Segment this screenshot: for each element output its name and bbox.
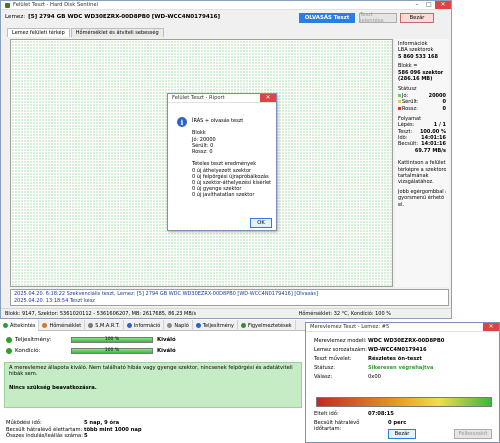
report-window-controls: ✕ [260,94,276,102]
test-window-controls: ✕ [483,323,499,331]
help-text-7: el. [398,201,405,208]
disk-test-dialog: Merevlemez Teszt - Lemez: #5 ✕ Merevleme… [305,322,500,443]
smart-icon [88,323,94,328]
report-line: 0 új javíthatatlan szektor [192,192,255,199]
info-small-icon [126,323,132,328]
main-titlebar[interactable]: Felület Teszt - Hard Disk Sentinel – □ ✕ [1,1,451,10]
drive-selector[interactable]: [5] 2794 GB WDC WD30EZRX-00D8PB0 [WD-WCC… [28,14,220,20]
tab-smart[interactable]: S.M.A.R.T. [85,320,124,331]
alert-icon [240,323,246,328]
damaged-swatch-icon [398,100,401,104]
health-bar: 100 % [71,336,153,343]
help-text-4: vizsgálatához. [398,179,434,186]
state-row: Státusz: Sikeresen végrehajtva [314,365,434,371]
test-progress-bar [316,397,492,407]
main-title: Felület Teszt - Hard Disk Sentinel [13,2,99,8]
ok-swatch-icon [398,93,401,97]
log-line: 2025.04.20. 13:18:54 Teszt kész [14,298,95,304]
report-line: 0 új felpörgési újrapróbálkozás [192,173,269,180]
tab-alerts[interactable]: Figyelmeztetések [238,320,296,331]
info-icon: i [177,117,187,127]
maximize-icon[interactable]: □ [423,1,435,9]
app-icon [5,2,10,8]
help-text-1: Kattintson a felületi [398,160,446,167]
tab-overview[interactable]: Áttekintés [0,320,40,331]
bottom-tabs: Áttekintés Hőmérséklet S.M.A.R.T. Inform… [0,320,306,331]
event-log[interactable]: 2025.04.20. 6:18:22 Szekvenciális teszt,… [10,289,449,306]
log-icon [167,323,173,328]
health-label: Teljesítmény: [15,336,52,343]
status-message-action: Nincs szükség beavatkozásra. [9,385,97,391]
health-row: Teljesítmény: 100 % Kiváló [0,334,306,345]
abort-button[interactable]: Félbeszakít [454,429,492,439]
test-status-badge: OLVASÁS Teszt [299,13,355,23]
status-bar: Blokk: 9147, Szektor: 5361020112 - 53616… [1,308,451,318]
condition-bar: 100 % [71,347,153,354]
statusbar-temp-info: Hőmérséklet: 32 °C, Kondíció: 100 % [298,310,391,317]
report-titlebar[interactable]: Felület Teszt - Riport ✕ [168,94,276,103]
report-title: Felület Teszt - Riport [172,95,225,101]
stats-list: Működési idő: 5 nap, 9 óra Becsült hátral… [6,420,142,440]
elapsed-row: Eltelt idő: 07:08:15 [314,411,394,417]
condition-grade: Kiváló [157,347,176,354]
speed-value: 69.77 MB/s [414,147,446,154]
window-controls: – □ ✕ [411,1,451,9]
thermometer-icon [42,323,48,328]
block-size: (286.16 MB) [398,75,433,82]
overview-panel: Áttekintés Hőmérséklet S.M.A.R.T. Inform… [0,320,306,443]
minimize-icon[interactable]: – [411,1,423,9]
bad-swatch-icon [398,106,401,110]
health-grade: Kiváló [157,336,176,343]
ok-button[interactable]: OK [250,218,272,228]
condition-label: Kondíció: [15,347,41,354]
status-message-text: A merevlemez állapota kiváló. Nem találh… [9,365,293,377]
test-close-button[interactable]: Bezár [388,429,416,439]
performance-icon [195,323,201,328]
tab-information[interactable]: Információ [124,320,165,331]
response-row: Válasz: 0x00 [314,374,381,380]
main-window: Felület Teszt - Hard Disk Sentinel – □ ✕… [0,0,452,319]
est-row: Becsült: 14:01:16 [398,141,446,148]
report-close-icon[interactable]: ✕ [260,94,276,102]
serial-row: Lemez sorozatszám: WD-WCC4N0179416 [314,347,427,353]
lba-value: 5 860 533 168 [398,53,439,60]
help-text-6: gyorsmenü érhető [398,195,445,202]
report-button[interactable]: Teszt jelentése [359,12,397,24]
tab-temperature[interactable]: Hőmérséklet [39,320,86,331]
condition-row: Kondíció: 100 % Kiváló [0,345,306,356]
tab-performance[interactable]: Teljesítmény [193,320,238,331]
drive-label: Lemez: [5,14,26,20]
block-value: 586 096 szektor [398,69,444,76]
report-dialog: Felület Teszt - Riport ✕ i ÍRÁS + olvasá… [167,93,277,231]
close-button[interactable]: Bezár [400,13,434,23]
check-icon [3,323,8,328]
status-message: A merevlemez állapota kiváló. Nem találh… [4,362,302,408]
tab-log[interactable]: Napló [164,320,193,331]
log-line: 2025.04.20. 6:18:22 Szekvenciális teszt,… [14,291,318,297]
stats-row: Összes indulás/leállás száma: 5 [6,433,88,439]
statusbar-block-info: Blokk: 9147, Szektor: 5361020112 - 53616… [5,310,197,317]
health-ok-icon [6,336,12,343]
tab-surface-map[interactable]: Lemez felületi térkép [7,28,70,37]
test-close-icon[interactable]: ✕ [483,323,499,331]
bad-row: Rossz: 0 [398,106,446,112]
main-tabs: Lemez felületi térkép Hőmérséklet és átv… [7,28,165,37]
model-row: Merevlemez modell: WDC WD30EZRX-00D8PB0 [314,338,445,344]
info-panel: Információk LBA szektorok 5 860 533 168 … [395,39,449,287]
report-body: ÍRÁS + olvasás teszt Blokk Jó: 20000 Sér… [192,118,276,198]
close-icon[interactable]: ✕ [435,1,451,9]
test-title: Merevlemez Teszt - Lemez: #5 [310,324,390,330]
tab-temperature-speed[interactable]: Hőmérséklet és átviteli sebesség [70,28,164,37]
condition-ok-icon [6,347,12,354]
operation-row: Teszt művelet: Részletes ön-teszt [314,356,422,362]
test-titlebar[interactable]: Merevlemez Teszt - Lemez: #5 ✕ [306,323,499,332]
